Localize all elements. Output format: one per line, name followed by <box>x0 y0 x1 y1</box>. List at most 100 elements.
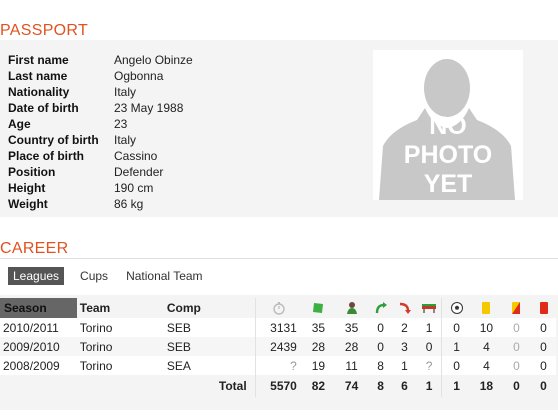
field-row: Height 190 cm <box>8 180 193 196</box>
yellow-red-card-icon[interactable] <box>502 298 531 318</box>
cell-sub-in: 0 <box>377 320 384 335</box>
cell-red: 0 <box>540 339 547 354</box>
total-bench: 1 <box>416 375 442 397</box>
field-row: Country of birth Italy <box>8 132 193 148</box>
field-row: First name Angelo Obinze <box>8 52 193 68</box>
field-label: Height <box>8 181 46 195</box>
cell-apps: 19 <box>311 358 326 373</box>
cell-comp[interactable]: SEA <box>164 356 255 375</box>
field-label: First name <box>8 53 69 67</box>
cell-team[interactable]: Torino <box>77 318 164 337</box>
field-label: Place of birth <box>8 149 85 163</box>
cell-yellow-red: 0 <box>513 339 520 354</box>
field-row: Date of birth 23 May 1988 <box>8 100 193 116</box>
field-value: Italy <box>114 85 137 99</box>
table-header-row: Season Team Comp <box>0 298 556 318</box>
cell-comp[interactable]: SEB <box>164 318 255 337</box>
column-comp[interactable]: Comp <box>164 298 255 318</box>
total-spacer <box>76 375 164 397</box>
field-label: Age <box>8 117 31 131</box>
bench-icon[interactable] <box>417 298 442 318</box>
total-apps: 82 <box>302 375 334 397</box>
cell-apps: 28 <box>311 339 326 354</box>
cell-minutes: ? <box>254 356 303 375</box>
cell-lineups: 28 <box>344 339 359 354</box>
sub-out-icon[interactable] <box>392 298 417 318</box>
field-label: Nationality <box>8 85 70 99</box>
field-row: Weight 86 kg <box>8 196 193 212</box>
cell-season: 2009/2010 <box>3 339 60 354</box>
cell-comp[interactable]: SEB <box>164 337 255 356</box>
cell-yellow-red: 0 <box>513 320 520 335</box>
career-stats-table: Season Team Comp 2010/2011 Torino SEB 31… <box>0 298 556 397</box>
cell-season: 2010/2011 <box>3 320 59 335</box>
total-yellow-red: 0 <box>501 375 531 397</box>
cell-bench: ? <box>425 358 433 373</box>
cell-goals: 0 <box>441 356 471 375</box>
cell-team[interactable]: Torino <box>77 356 164 375</box>
total-red: 0 <box>531 375 556 397</box>
total-spacer <box>0 375 77 397</box>
field-row: Last name Ogbonna <box>8 68 193 84</box>
column-season[interactable]: Season <box>0 298 77 318</box>
career-title: CAREER <box>0 240 69 257</box>
player-photo-placeholder: NO PHOTO YET <box>373 50 523 200</box>
cell-yellow: 10 <box>479 320 494 335</box>
cell-season: 2008/2009 <box>3 358 60 373</box>
field-value: Italy <box>114 133 137 147</box>
career-tabs: Leagues Cups National Team <box>8 267 221 285</box>
field-value: Ogbonna <box>114 69 164 83</box>
field-value: 23 May 1988 <box>114 101 184 115</box>
cell-red: 0 <box>540 320 547 335</box>
red-card-icon[interactable] <box>531 298 556 318</box>
column-team[interactable]: Team <box>77 298 164 318</box>
cell-sub-in: 0 <box>377 339 384 354</box>
field-label: Date of birth <box>8 101 79 115</box>
field-label: Last name <box>8 69 68 83</box>
cell-minutes: 3131 <box>254 318 303 337</box>
table-row: 2009/2010 Torino SEB 2439 28 28 0 3 0 1 … <box>0 337 556 356</box>
tab-leagues[interactable]: Leagues <box>8 267 65 285</box>
cell-lineups: 11 <box>345 358 358 373</box>
goals-icon[interactable] <box>441 298 471 318</box>
field-row: Nationality Italy <box>8 84 193 100</box>
cell-team[interactable]: Torino <box>77 337 164 356</box>
cell-sub-out: 2 <box>401 320 408 335</box>
cell-yellow: 4 <box>483 358 490 373</box>
yellow-card-icon[interactable] <box>471 298 502 318</box>
field-value: 23 <box>114 117 128 131</box>
lineups-icon[interactable] <box>334 298 369 318</box>
field-row: Age 23 <box>8 116 193 132</box>
total-sub-out: 6 <box>392 375 417 397</box>
photo-text-line-2: PHOTO <box>404 141 492 169</box>
total-goals: 1 <box>441 375 471 397</box>
photo-text-line-3: YET <box>424 170 473 198</box>
cell-bench: 1 <box>425 320 433 335</box>
field-value: 190 cm <box>114 181 154 195</box>
table-row: 2008/2009 Torino SEA ? 19 11 8 1 ? 0 4 0… <box>0 356 556 375</box>
minutes-icon[interactable] <box>254 298 303 318</box>
total-yellow: 18 <box>470 375 502 397</box>
tab-cups[interactable]: Cups <box>80 269 108 283</box>
cell-sub-in: 8 <box>377 358 384 373</box>
passport-fields: First name Angelo Obinze Last name Ogbonna… <box>8 52 193 212</box>
appearances-icon[interactable] <box>303 298 334 318</box>
field-row: Position Defender <box>8 164 193 180</box>
cell-yellow: 4 <box>483 339 490 354</box>
field-value: Defender <box>114 165 164 179</box>
total-sub-in: 8 <box>369 375 393 397</box>
field-row: Place of birth Cassino <box>8 148 193 164</box>
table-total-row: Total 5570 82 74 8 6 1 1 18 0 0 <box>0 375 556 397</box>
total-lineups: 74 <box>333 375 370 397</box>
no-photo-silhouette-icon: NO PHOTO YET <box>373 50 523 200</box>
tab-national-team[interactable]: National Team <box>126 269 203 283</box>
photo-text-line-1: NO <box>429 112 467 140</box>
career-divider <box>0 258 558 259</box>
sub-in-icon[interactable] <box>369 298 392 318</box>
total-label: Total <box>163 375 256 397</box>
cell-goals: 1 <box>441 337 471 356</box>
field-value: 86 kg <box>114 197 144 211</box>
table-row: 2010/2011 Torino SEB 3131 35 35 0 2 1 0 … <box>0 318 556 337</box>
cell-sub-out: 3 <box>401 339 408 354</box>
cell-red: 0 <box>540 358 547 373</box>
